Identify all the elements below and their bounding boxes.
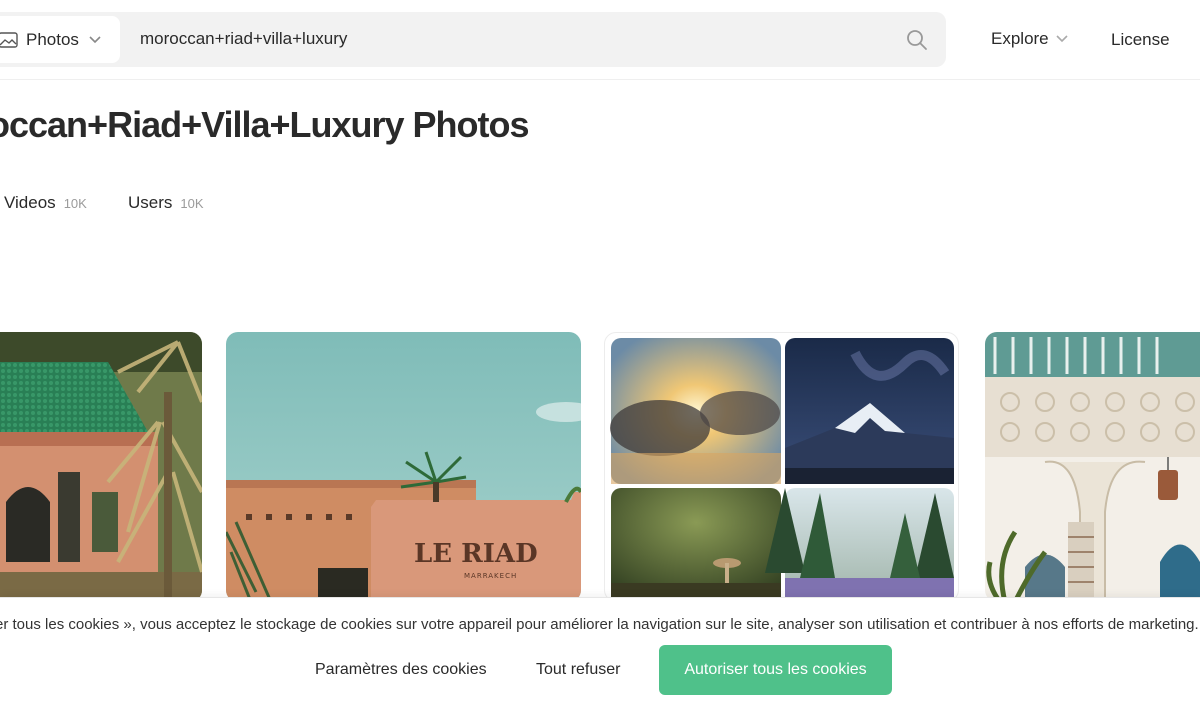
cookie-banner-text: er tous les cookies », vous acceptez le … <box>0 616 1199 633</box>
explore-menu[interactable]: Explore <box>991 29 1068 49</box>
search-icon[interactable] <box>906 29 928 51</box>
tab-users[interactable]: Users 10K <box>128 193 204 213</box>
photo-card-le-riad[interactable]: LE RIAD MARRAKECH <box>226 332 581 602</box>
media-type-dropdown[interactable]: Photos <box>0 16 120 63</box>
image-icon <box>0 31 18 48</box>
tab-label: Videos <box>4 193 56 212</box>
license-link[interactable]: License <box>1111 30 1170 50</box>
photo-le-riad: LE RIAD MARRAKECH <box>226 332 581 602</box>
explore-label: Explore <box>991 29 1049 48</box>
photo-courtyard <box>985 332 1200 602</box>
chevron-down-icon <box>89 35 101 43</box>
photo-riad-garden <box>0 332 202 602</box>
photo-card-courtyard[interactable] <box>985 332 1200 602</box>
search-bar: Photos moroccan+riad+villa+luxury <box>0 12 946 67</box>
photo-card-collage[interactable] <box>604 332 959 602</box>
cookie-settings-button[interactable]: Paramètres des cookies <box>315 661 487 679</box>
tab-count: 10K <box>63 196 87 211</box>
page-title: occan+Riad+Villa+Luxury Photos <box>0 104 530 145</box>
refuse-all-cookies-button[interactable]: Tout refuser <box>536 661 620 679</box>
chevron-down-icon <box>1056 35 1068 43</box>
photo-card-riad-garden[interactable] <box>0 332 202 602</box>
cookie-banner: er tous les cookies », vous acceptez le … <box>0 597 1200 712</box>
photo-collage <box>610 338 954 601</box>
le-riad-sign: LE RIAD <box>414 539 538 569</box>
tab-videos[interactable]: Videos 10K <box>4 193 87 213</box>
marrakech-sign: MARRAKECH <box>464 572 517 580</box>
accept-all-cookies-button[interactable]: Autoriser tous les cookies <box>659 645 892 695</box>
top-header: Photos moroccan+riad+villa+luxury Explor… <box>0 0 1200 80</box>
media-type-label: Photos <box>26 29 79 49</box>
search-input[interactable]: moroccan+riad+villa+luxury <box>140 29 347 49</box>
tab-count: 10K <box>180 196 204 211</box>
tab-label: Users <box>128 193 173 212</box>
